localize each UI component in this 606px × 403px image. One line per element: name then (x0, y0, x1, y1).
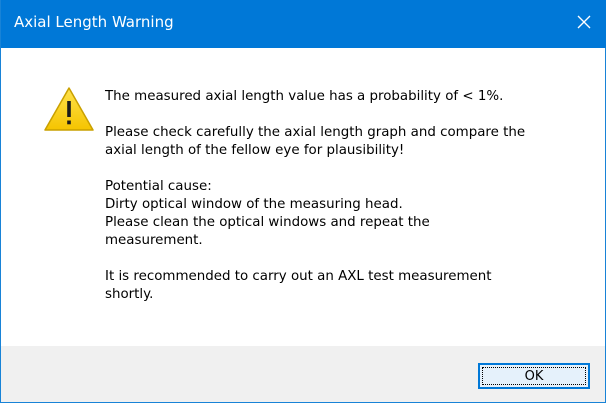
ok-button[interactable]: OK (478, 363, 590, 389)
message-paragraph-2: Please check carefully the axial length … (105, 125, 526, 158)
warning-icon (44, 87, 94, 131)
close-icon (577, 15, 591, 29)
message-paragraph-1: The measured axial length value has a pr… (105, 89, 504, 104)
axial-length-warning-dialog: Axial Length Warning The measured axial … (0, 0, 606, 403)
message-paragraph-4: It is recommended to carry out an AXL te… (105, 269, 492, 302)
warning-message: The measured axial length value has a pr… (105, 88, 585, 322)
dialog-content: The measured axial length value has a pr… (1, 48, 605, 346)
ok-button-label: OK (524, 368, 544, 384)
message-paragraph-3: Potential cause: Dirty optical window of… (105, 179, 430, 248)
window-title: Axial Length Warning (14, 13, 174, 31)
button-bar: OK (1, 346, 605, 402)
title-bar: Axial Length Warning (1, 0, 606, 48)
close-button[interactable] (561, 0, 606, 44)
